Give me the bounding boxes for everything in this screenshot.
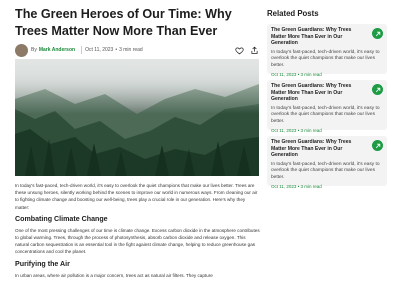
related-post-date: Oct 11, 2023 [271,127,297,133]
related-post-excerpt: In today's fast-paced, tech-driven world… [271,161,380,180]
by-label: By [31,47,37,53]
arrow-up-right-icon[interactable] [372,84,383,95]
related-post-read-time: 3 min read [300,127,322,133]
related-post-title[interactable]: The Green Guardians: Why Trees Matter Mo… [271,83,367,103]
author-avatar[interactable] [15,43,28,57]
author-link[interactable]: Mark Anderson [39,47,75,53]
article-title: The Green Heroes of Our Time: Why Trees … [15,7,232,38]
related-post-card[interactable]: The Green Guardians: Why Trees Matter Mo… [267,136,387,189]
related-posts-heading: Related Posts [267,9,319,18]
related-post-excerpt: In today's fast-paced, tech-driven world… [271,49,380,68]
arrow-up-right-icon[interactable] [372,140,383,151]
related-post-title[interactable]: The Green Guardians: Why Trees Matter Mo… [271,27,367,47]
section-heading: Combating Climate Change [15,214,108,223]
article-date: Oct 11, 2023 [85,47,114,53]
related-post-meta: Oct 11, 2023 • 3 min read [271,183,322,189]
meta-divider [81,46,83,54]
related-post-date: Oct 11, 2023 [271,183,297,189]
related-post-meta: Oct 11, 2023 • 3 min read [271,71,322,77]
article-body: In today's fast-paced, tech-driven world… [15,182,260,283]
related-post-read-time: 3 min read [300,183,322,189]
hero-forest-image [15,59,259,176]
related-post-card[interactable]: The Green Guardians: Why Trees Matter Mo… [267,24,387,77]
share-icon[interactable] [250,46,259,55]
article-read-time: 3 min read [119,47,143,53]
article-meta: By Mark Anderson Oct 11, 2023 • 3 min re… [15,43,259,57]
section-heading: Purifying the Air [15,259,70,268]
section-text: In urban areas, where air pollution is a… [15,272,213,278]
article-intro: In today's fast-paced, tech-driven world… [15,183,258,210]
article-actions [235,46,259,55]
related-post-excerpt: In today's fast-paced, tech-driven world… [271,105,380,124]
related-post-date: Oct 11, 2023 [271,71,297,77]
arrow-up-right-icon[interactable] [372,28,383,39]
related-post-meta: Oct 11, 2023 • 3 min read [271,127,322,133]
section-text: One of the most pressing challenges of o… [15,227,260,255]
related-post-title[interactable]: The Green Guardians: Why Trees Matter Mo… [271,139,367,159]
article-header: The Green Heroes of Our Time: Why Trees … [15,6,259,57]
related-post-read-time: 3 min read [300,71,322,77]
meta-dot: • [115,47,118,53]
related-posts-sidebar: Related Posts The Green Guardians: Why T… [267,9,387,192]
related-post-card[interactable]: The Green Guardians: Why Trees Matter Mo… [267,80,387,133]
heart-icon[interactable] [235,46,244,55]
